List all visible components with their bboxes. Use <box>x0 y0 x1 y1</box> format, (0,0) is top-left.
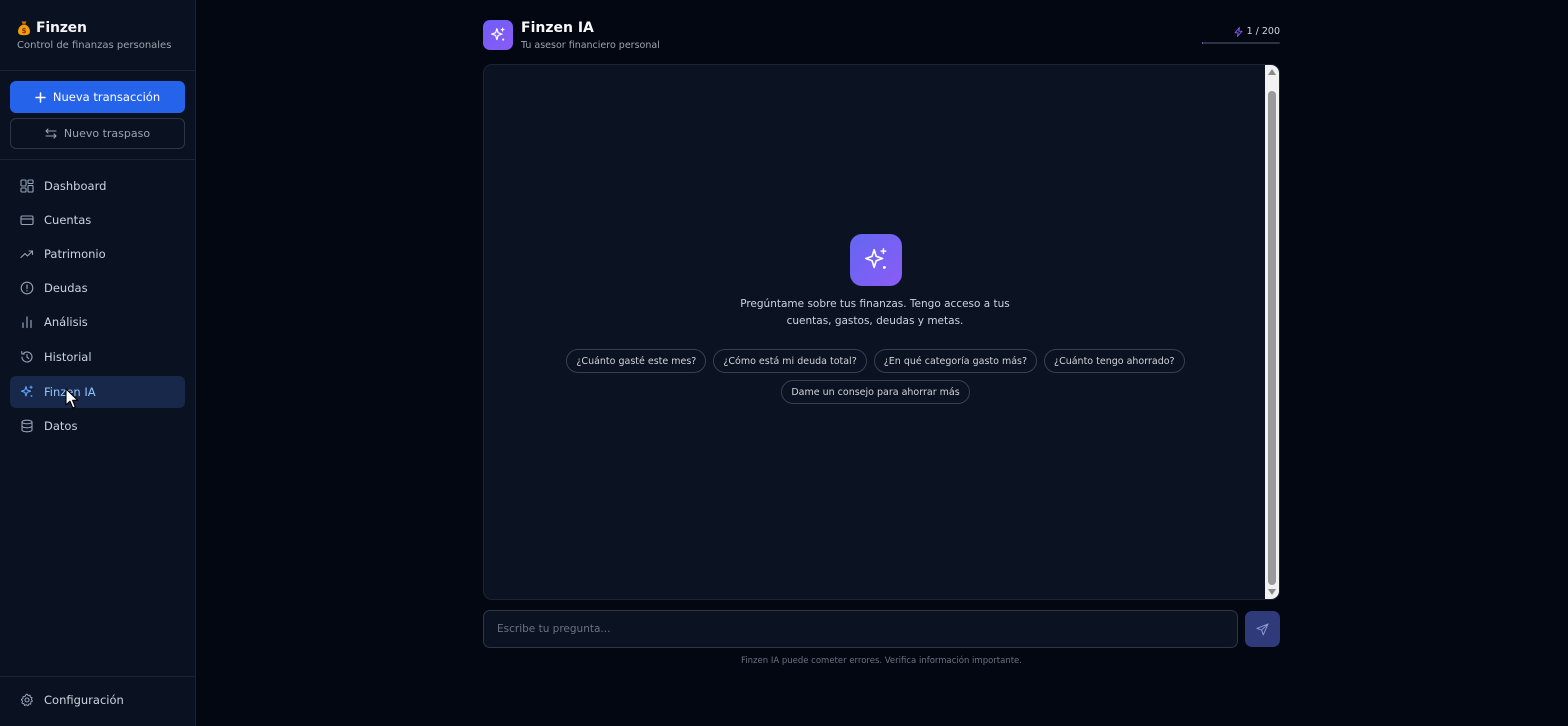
svg-text:$: $ <box>22 27 27 35</box>
sidebar-item-configuracion[interactable]: Configuración <box>10 684 185 716</box>
sparkles-icon <box>864 248 887 269</box>
disclaimer: Finzen IA puede cometer errores. Verific… <box>741 656 1022 666</box>
sidebar-item-deudas[interactable]: Deudas <box>10 272 185 304</box>
lightning-icon <box>1234 26 1243 37</box>
alert-circle-icon <box>20 281 34 295</box>
plus-icon <box>35 91 46 103</box>
sidebar-item-label: Análisis <box>44 315 88 329</box>
brand-title: Finzen <box>36 20 87 36</box>
sidebar-item-finzen-ia[interactable]: Finzen IA <box>10 376 185 408</box>
divider <box>0 70 195 71</box>
settings-label: Configuración <box>44 693 124 707</box>
mouse-cursor-icon <box>65 388 79 409</box>
sidebar: $ Finzen Control de finanzas personales … <box>0 0 196 726</box>
brand: $ Finzen Control de finanzas personales <box>17 19 171 51</box>
suggestion-chip[interactable]: ¿Cuánto tengo ahorrado? <box>1044 349 1185 373</box>
sparkles-icon <box>20 385 33 397</box>
new-transfer-label: Nuevo traspaso <box>63 127 151 140</box>
assistant-avatar <box>483 20 513 50</box>
scroll-down-arrow[interactable] <box>1268 589 1276 595</box>
usage-progress-bar <box>1202 42 1280 44</box>
sidebar-item-label: Historial <box>44 350 92 364</box>
suggestion-chip[interactable]: ¿Cómo está mi deuda total? <box>713 349 867 373</box>
sidebar-item-label: Patrimonio <box>44 247 106 261</box>
sidebar-item-label: Datos <box>44 419 78 433</box>
divider <box>0 159 195 160</box>
sidebar-item-dashboard[interactable]: Dashboard <box>10 170 185 202</box>
transfer-arrows-icon <box>45 128 57 139</box>
trending-up-icon <box>20 250 34 259</box>
scrollbar-thumb[interactable] <box>1268 91 1276 585</box>
chat-messages-panel: Pregúntame sobre tus finanzas. Tengo acc… <box>483 64 1280 600</box>
database-icon <box>21 419 33 433</box>
sidebar-item-label: Dashboard <box>44 179 107 193</box>
assistant-avatar-large <box>850 234 902 286</box>
chat-input[interactable] <box>483 610 1238 648</box>
sidebar-item-label: Deudas <box>44 281 88 295</box>
suggestions-row: Dame un consejo para ahorrar más <box>484 380 1267 404</box>
grid-icon <box>20 179 34 193</box>
sidebar-item-patrimonio[interactable]: Patrimonio <box>10 238 185 270</box>
send-icon <box>1256 622 1269 635</box>
intro-message: Pregúntame sobre tus finanzas. Tengo acc… <box>740 298 1010 327</box>
money-bag-icon: $ <box>18 21 30 36</box>
sidebar-item-analisis[interactable]: Análisis <box>10 306 185 338</box>
sidebar-item-cuentas[interactable]: Cuentas <box>10 204 185 236</box>
new-transfer-button[interactable]: Nuevo traspaso <box>10 118 185 149</box>
divider <box>0 676 195 677</box>
usage-counter: 1 / 200 <box>1234 26 1280 37</box>
suggestion-chip[interactable]: ¿En qué categoría gasto más? <box>873 349 1038 373</box>
brand-subtitle: Control de finanzas personales <box>17 40 172 51</box>
new-transaction-label: Nueva transacción <box>52 90 161 104</box>
bar-chart-icon <box>22 316 32 329</box>
suggestions-row: ¿Cuánto gasté este mes? ¿Cómo está mi de… <box>484 349 1267 373</box>
sidebar-item-historial[interactable]: Historial <box>10 341 185 373</box>
chat-header: Finzen IA Tu asesor financiero personal … <box>483 20 1280 52</box>
suggestion-chip[interactable]: ¿Cuánto gasté este mes? <box>566 349 707 373</box>
suggestion-chip[interactable]: Dame un consejo para ahorrar más <box>781 380 970 404</box>
send-button[interactable] <box>1245 611 1280 647</box>
scroll-up-arrow[interactable] <box>1268 69 1276 75</box>
history-icon <box>21 351 33 363</box>
usage-label: 1 / 200 <box>1246 26 1280 37</box>
page-subtitle: Tu asesor financiero personal <box>521 40 660 51</box>
sidebar-item-datos[interactable]: Datos <box>10 410 185 442</box>
sparkles-icon <box>491 27 505 41</box>
page-title: Finzen IA <box>521 20 594 36</box>
scrollbar[interactable] <box>1265 65 1279 599</box>
new-transaction-button[interactable]: Nueva transacción <box>10 81 185 113</box>
credit-card-icon <box>20 215 34 226</box>
sidebar-item-label: Cuentas <box>44 213 92 227</box>
gear-icon <box>20 693 33 707</box>
